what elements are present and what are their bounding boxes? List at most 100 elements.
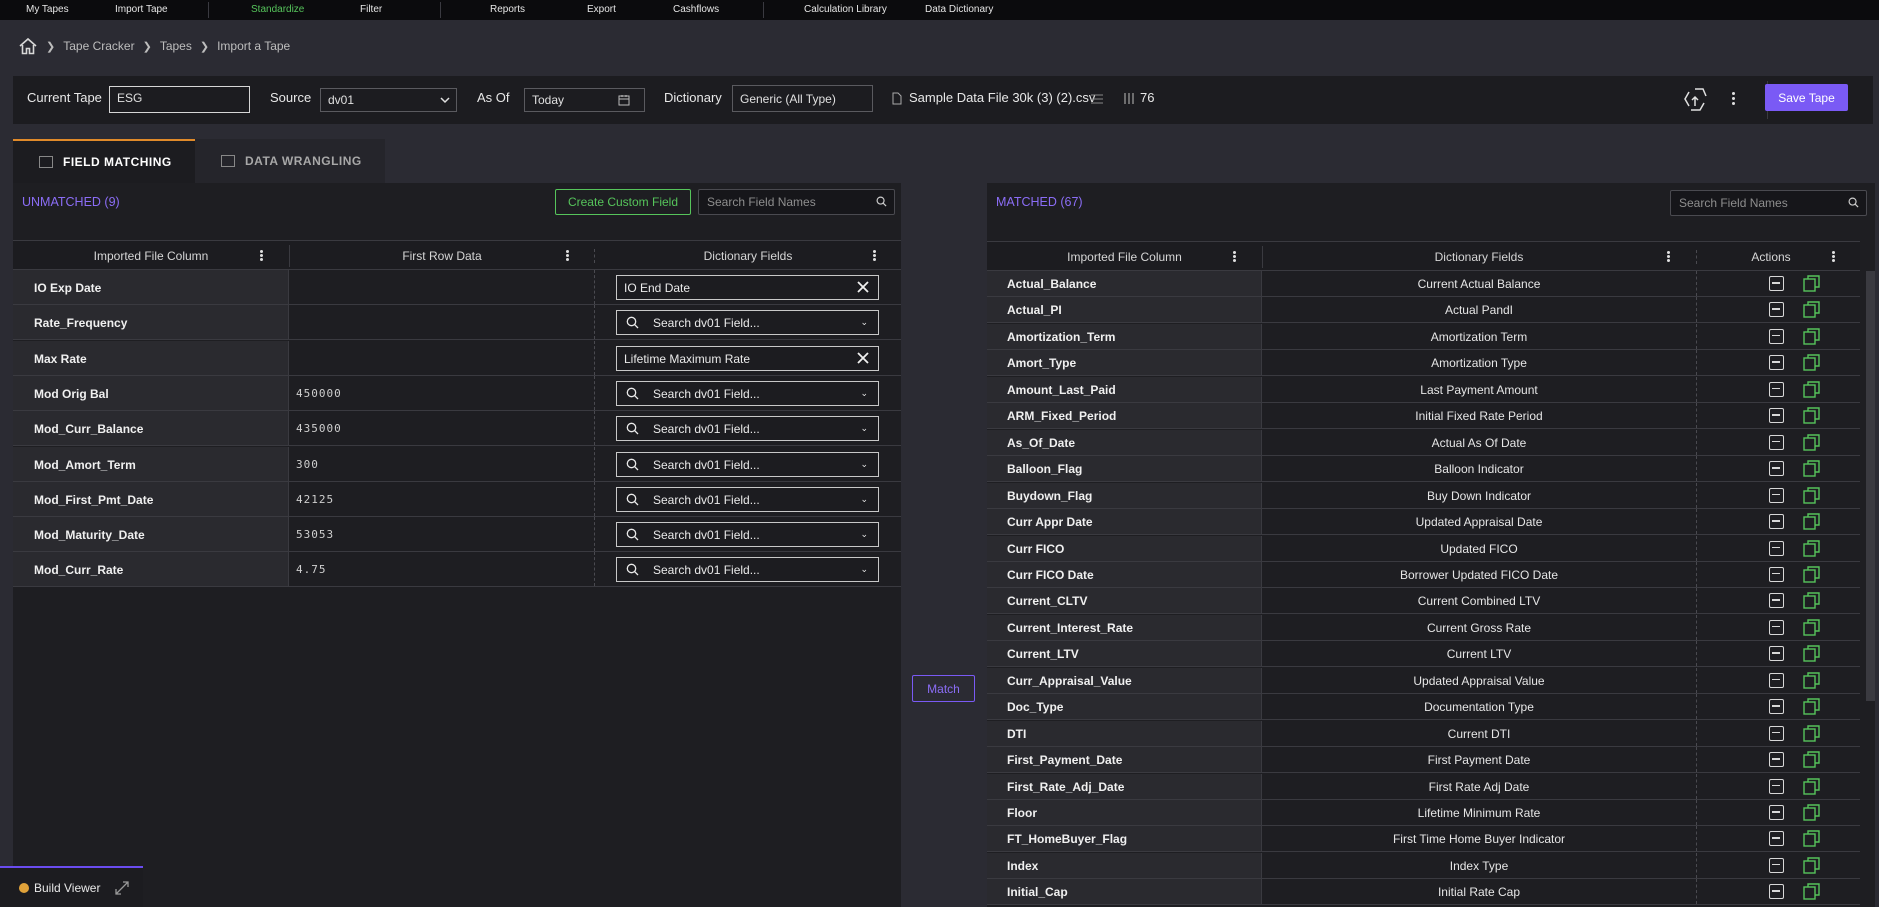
- search-icon: [626, 493, 639, 506]
- unmatch-icon[interactable]: [1769, 328, 1784, 344]
- unmatch-icon[interactable]: [1769, 725, 1784, 741]
- copy-icon[interactable]: [1803, 486, 1820, 504]
- matched-scrollbar[interactable]: [1866, 271, 1875, 701]
- copy-icon[interactable]: [1803, 804, 1820, 821]
- nav-item-reports[interactable]: Reports: [490, 4, 525, 15]
- unmatch-icon[interactable]: [1769, 778, 1784, 794]
- dictionary-field-search[interactable]: Search dv01 Field... ⌄: [616, 310, 879, 336]
- search-icon: [626, 422, 639, 435]
- save-tape-button[interactable]: Save Tape: [1765, 84, 1848, 111]
- unmatch-icon[interactable]: [1769, 699, 1784, 715]
- match-button[interactable]: Match: [912, 675, 975, 702]
- copy-icon[interactable]: [1803, 328, 1820, 345]
- unmatch-icon[interactable]: [1769, 461, 1784, 477]
- copy-icon[interactable]: [1803, 460, 1820, 477]
- dictionary-field-name: Current Combined LTV: [1417, 594, 1541, 609]
- copy-icon[interactable]: [1803, 724, 1820, 742]
- column-menu-icon[interactable]: [260, 249, 264, 263]
- source-value: dv01: [328, 93, 355, 107]
- unmatch-icon[interactable]: [1769, 487, 1784, 503]
- copy-icon[interactable]: [1803, 751, 1820, 768]
- copy-icon[interactable]: [1803, 433, 1820, 451]
- copy-icon[interactable]: [1803, 777, 1820, 795]
- unmatched-search-input[interactable]: Search Field Names: [698, 189, 895, 215]
- unmatch-icon[interactable]: [1769, 857, 1784, 873]
- nav-item-import-tape[interactable]: Import Tape: [115, 4, 168, 15]
- source-select[interactable]: dv01: [320, 88, 457, 112]
- column-menu-icon[interactable]: [566, 249, 570, 263]
- recycle-upload-icon[interactable]: [1682, 86, 1708, 112]
- unmatch-icon[interactable]: [1769, 355, 1784, 371]
- current-tape-input[interactable]: ESG: [109, 86, 250, 113]
- home-icon[interactable]: [18, 37, 38, 55]
- copy-icon[interactable]: [1803, 407, 1820, 424]
- copy-icon[interactable]: [1803, 645, 1820, 662]
- more-options-icon[interactable]: [1732, 92, 1736, 108]
- copy-icon[interactable]: [1803, 592, 1820, 610]
- tab-field-matching[interactable]: FIELD MATCHING: [13, 139, 195, 183]
- unmatch-icon[interactable]: [1769, 540, 1784, 556]
- dictionary-field-search[interactable]: Search dv01 Field... ⌄: [616, 557, 879, 583]
- nav-item-cashflows[interactable]: Cashflows: [673, 4, 719, 15]
- copy-icon[interactable]: [1803, 381, 1820, 398]
- dictionary-field-placeholder: Search dv01 Field...: [653, 492, 760, 507]
- dictionary-field-search[interactable]: Search dv01 Field... ⌄: [616, 416, 879, 442]
- build-viewer-bar[interactable]: Build Viewer: [0, 866, 143, 907]
- unmatch-icon[interactable]: [1769, 646, 1784, 662]
- copy-icon[interactable]: [1803, 275, 1820, 292]
- calendar-icon[interactable]: [618, 94, 630, 106]
- copy-icon[interactable]: [1803, 513, 1820, 530]
- nav-item-export[interactable]: Export: [587, 4, 616, 15]
- unmatch-icon[interactable]: [1769, 381, 1784, 397]
- unmatch-icon[interactable]: [1769, 672, 1784, 688]
- copy-icon[interactable]: [1803, 830, 1820, 848]
- breadcrumb-item-tape-cracker[interactable]: Tape Cracker: [63, 39, 134, 53]
- unmatch-icon[interactable]: [1769, 434, 1784, 450]
- nav-item-standardize[interactable]: Standardize: [251, 4, 304, 15]
- unmatch-icon[interactable]: [1769, 514, 1784, 530]
- dictionary-field-search[interactable]: Search dv01 Field... ⌄: [616, 451, 879, 477]
- dictionary-field-select[interactable]: IO End Date: [616, 275, 879, 300]
- unmatch-icon[interactable]: [1769, 566, 1784, 582]
- unmatch-icon[interactable]: [1769, 593, 1784, 609]
- dictionary-field-search[interactable]: Search dv01 Field... ⌄: [616, 522, 879, 548]
- column-menu-icon[interactable]: [1832, 250, 1836, 264]
- copy-icon[interactable]: [1803, 883, 1820, 901]
- dictionary-select[interactable]: Generic (All Type): [732, 85, 873, 112]
- create-custom-field-button[interactable]: Create Custom Field: [555, 189, 691, 215]
- copy-icon[interactable]: [1803, 539, 1820, 557]
- close-icon[interactable]: [855, 279, 871, 295]
- nav-item-my-tapes[interactable]: My Tapes: [26, 4, 69, 15]
- copy-icon[interactable]: [1803, 672, 1820, 689]
- nav-item-calculation-library[interactable]: Calculation Library: [804, 4, 887, 15]
- unmatch-icon[interactable]: [1769, 408, 1784, 424]
- column-menu-icon[interactable]: [1233, 250, 1237, 264]
- unmatch-icon[interactable]: [1769, 805, 1784, 820]
- expand-icon[interactable]: [114, 880, 130, 896]
- matched-search-input[interactable]: Search Field Names: [1670, 190, 1867, 216]
- copy-icon[interactable]: [1803, 354, 1820, 372]
- close-icon[interactable]: [855, 350, 871, 366]
- breadcrumb-item-tapes[interactable]: Tapes: [160, 39, 192, 53]
- unmatch-icon[interactable]: [1769, 831, 1784, 847]
- copy-icon[interactable]: [1803, 698, 1820, 715]
- unmatch-icon[interactable]: [1769, 884, 1784, 900]
- column-menu-icon[interactable]: [1667, 250, 1671, 264]
- dictionary-field-select[interactable]: Lifetime Maximum Rate: [616, 345, 879, 371]
- menu-lines-icon[interactable]: [1091, 94, 1103, 104]
- copy-icon[interactable]: [1803, 619, 1820, 636]
- unmatch-icon[interactable]: [1769, 752, 1784, 768]
- unmatch-icon[interactable]: [1769, 302, 1784, 318]
- dictionary-field-search[interactable]: Search dv01 Field... ⌄: [616, 380, 879, 406]
- copy-icon[interactable]: [1803, 857, 1820, 874]
- unmatch-icon[interactable]: [1769, 276, 1784, 291]
- tab-data-wrangling[interactable]: DATA WRANGLING: [195, 139, 385, 183]
- as-of-date-input[interactable]: Today: [524, 88, 645, 112]
- column-menu-icon[interactable]: [873, 249, 877, 263]
- nav-item-filter[interactable]: Filter: [360, 4, 382, 15]
- dictionary-field-search[interactable]: Search dv01 Field... ⌄: [616, 486, 879, 512]
- copy-icon[interactable]: [1803, 566, 1820, 583]
- nav-item-data-dictionary[interactable]: Data Dictionary: [925, 4, 993, 15]
- unmatch-icon[interactable]: [1769, 619, 1784, 635]
- copy-icon[interactable]: [1803, 301, 1820, 319]
